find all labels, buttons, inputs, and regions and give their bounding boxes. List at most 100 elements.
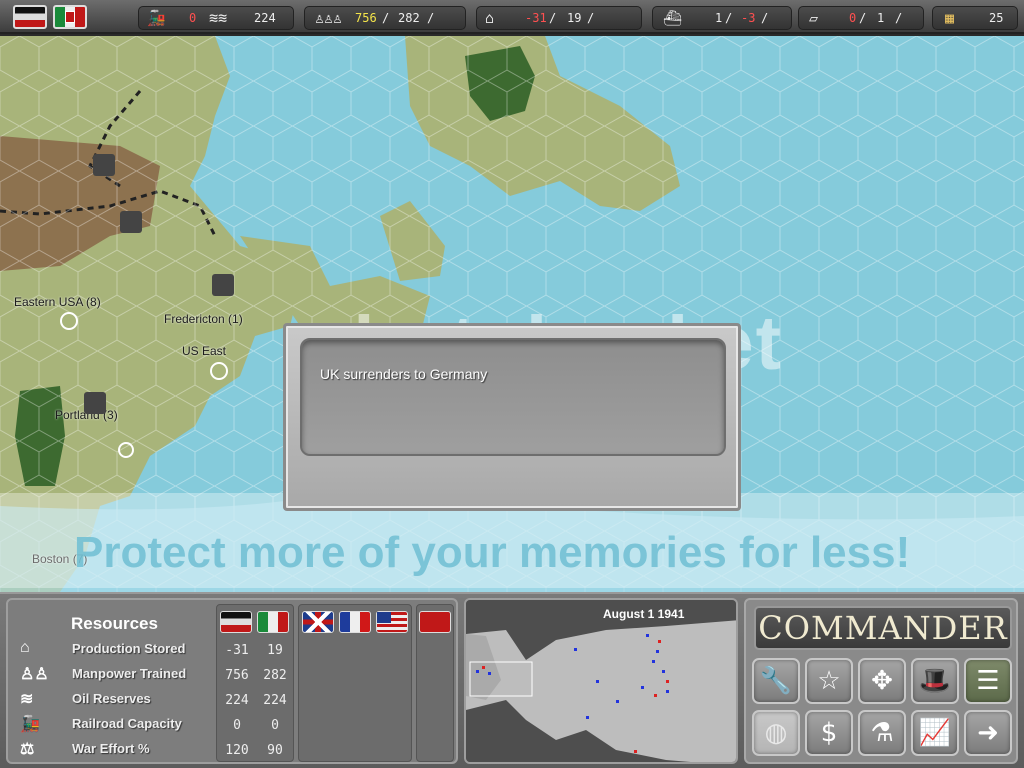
resource-label: Manpower Trained bbox=[72, 666, 187, 681]
gold-value: 25 bbox=[989, 11, 1004, 25]
resource-label: War Effort % bbox=[72, 741, 150, 756]
star-icon: ☆ bbox=[817, 666, 841, 696]
navy-slot: ⛴ 1 / -3 / bbox=[652, 6, 792, 30]
resource-row-war-effort: ⚖ War Effort % bbox=[18, 738, 218, 760]
resource-label: Oil Reserves bbox=[72, 691, 151, 706]
carrier-value-a: 0 bbox=[849, 11, 857, 25]
move-button[interactable]: ✥ bbox=[858, 658, 906, 704]
list-button[interactable]: ☰ bbox=[964, 658, 1012, 704]
commander-logo: COMMANDER bbox=[754, 606, 1012, 650]
scales-icon: ⚖ bbox=[20, 741, 35, 758]
resource-label: Production Stored bbox=[72, 641, 186, 656]
war-effort-it: 90 bbox=[267, 743, 283, 758]
wrench-button[interactable]: 🔧 bbox=[752, 658, 800, 704]
wrench-icon: 🔧 bbox=[759, 666, 793, 696]
production-it: 19 bbox=[267, 643, 283, 658]
manpower-de: 756 bbox=[225, 668, 249, 683]
oil-value: 224 bbox=[254, 11, 276, 25]
france-flag[interactable] bbox=[339, 611, 371, 633]
uk-flag[interactable] bbox=[302, 611, 334, 633]
usa-flag[interactable] bbox=[376, 611, 408, 633]
oil-de: 224 bbox=[225, 693, 249, 708]
star-button[interactable]: ☆ bbox=[805, 658, 853, 704]
infantry-unit[interactable] bbox=[93, 154, 115, 176]
city-marker-icon[interactable] bbox=[60, 312, 78, 330]
globe-icon: ◍ bbox=[764, 718, 788, 748]
manpower-icon: ♙♙♙ bbox=[315, 9, 343, 27]
diplomacy-hat-button[interactable]: 🎩 bbox=[911, 658, 959, 704]
event-dialog[interactable]: UK surrenders to Germany bbox=[283, 323, 741, 511]
manpower-value-a: 756 bbox=[355, 11, 377, 25]
production-de: -31 bbox=[225, 643, 249, 658]
flask-icon: ⚗ bbox=[870, 718, 894, 748]
statistics-button[interactable]: 📈 bbox=[911, 710, 959, 756]
carrier-icon: ▱ bbox=[809, 9, 819, 27]
war-effort-de: 120 bbox=[225, 743, 249, 758]
minimap[interactable]: August 1 1941 bbox=[464, 598, 738, 764]
soviet-values-column bbox=[416, 604, 454, 762]
city-label-us-east[interactable]: US East bbox=[182, 344, 226, 358]
rail-de: 0 bbox=[233, 718, 241, 733]
bottom-panel: Resources ⌂ Production Stored ♙♙ Manpowe… bbox=[0, 592, 1024, 768]
end-turn-button[interactable]: ➜ bbox=[964, 710, 1012, 756]
italy-flag-button[interactable] bbox=[53, 5, 87, 29]
battleship-icon: ⛴ bbox=[663, 9, 683, 27]
manpower-slot: ♙♙♙ 756 / 282 / bbox=[304, 6, 466, 30]
commander-panel: COMMANDER 🔧 ☆ ✥ 🎩 ☰ ◍ $ ⚗ 📈 ➜ bbox=[744, 598, 1018, 764]
research-button[interactable]: ⚗ bbox=[858, 710, 906, 756]
game-date: August 1 1941 bbox=[603, 607, 685, 621]
production-value-a: -31 bbox=[525, 11, 547, 25]
allies-values-column bbox=[298, 604, 412, 762]
manpower-value-b: 282 bbox=[398, 11, 420, 25]
city-label-eastern-usa[interactable]: Eastern USA (8) bbox=[14, 295, 101, 309]
resources-title: Resources bbox=[71, 614, 158, 633]
dialog-message-box: UK surrenders to Germany bbox=[300, 338, 726, 456]
resource-label: Railroad Capacity bbox=[72, 716, 182, 731]
infantry-unit[interactable] bbox=[84, 392, 106, 414]
globe-button[interactable]: ◍ bbox=[752, 710, 800, 756]
purchase-button[interactable]: $ bbox=[805, 710, 853, 756]
factory-icon: ⌂ bbox=[485, 9, 495, 27]
slash: / bbox=[587, 11, 595, 25]
manpower-it: 282 bbox=[263, 668, 287, 683]
port-anchor-icon[interactable] bbox=[118, 442, 134, 458]
city-label-fredericton[interactable]: Fredericton (1) bbox=[164, 312, 243, 326]
production-value-b: 19 bbox=[567, 11, 582, 25]
minimap-canvas bbox=[466, 600, 736, 762]
top-resource-bar: 🚂 0 ≋≋ 224 ♙♙♙ 756 / 282 / ⌂ -31 / 19 / … bbox=[0, 0, 1024, 34]
slash: / bbox=[761, 11, 769, 25]
infantry-unit[interactable] bbox=[120, 211, 142, 233]
germany-flag[interactable] bbox=[220, 611, 252, 633]
oil-barrels-icon: ≋≋ bbox=[209, 9, 228, 27]
dollar-icon: $ bbox=[820, 718, 838, 748]
slash: / bbox=[895, 11, 903, 25]
oil-icon: ≋ bbox=[20, 691, 34, 708]
infantry-unit[interactable] bbox=[212, 274, 234, 296]
ussr-flag[interactable] bbox=[419, 611, 451, 633]
resource-row-production: ⌂ Production Stored bbox=[18, 638, 218, 660]
slash: / bbox=[382, 11, 390, 25]
move-arrows-icon: ✥ bbox=[871, 666, 893, 696]
germany-flag-button[interactable] bbox=[13, 5, 47, 29]
slash: / bbox=[859, 11, 867, 25]
slash: / bbox=[549, 11, 557, 25]
resource-row-manpower: ♙♙ Manpower Trained bbox=[18, 663, 218, 685]
arrow-right-icon: ➜ bbox=[977, 718, 999, 748]
factory-icon: ⌂ bbox=[20, 639, 30, 656]
gold-bars-icon: ▦ bbox=[945, 9, 955, 27]
manpower-icon: ♙♙ bbox=[20, 666, 49, 683]
rail-it: 0 bbox=[271, 718, 279, 733]
gold-slot: ▦ 25 bbox=[932, 6, 1018, 30]
navy-value-a: 1 bbox=[715, 11, 723, 25]
chart-icon: 📈 bbox=[918, 718, 952, 748]
resource-row-railroad: 🚂 Railroad Capacity bbox=[18, 713, 218, 735]
slash: / bbox=[725, 11, 733, 25]
dialog-message: UK surrenders to Germany bbox=[320, 366, 488, 382]
rail-oil-slot: 🚂 0 ≋≋ 224 bbox=[138, 6, 294, 30]
rail-value: 0 bbox=[189, 11, 197, 25]
top-hat-icon: 🎩 bbox=[918, 666, 952, 696]
port-anchor-icon[interactable] bbox=[210, 362, 228, 380]
slash: / bbox=[427, 11, 435, 25]
resources-panel: Resources ⌂ Production Stored ♙♙ Manpowe… bbox=[6, 598, 458, 764]
italy-flag[interactable] bbox=[257, 611, 289, 633]
